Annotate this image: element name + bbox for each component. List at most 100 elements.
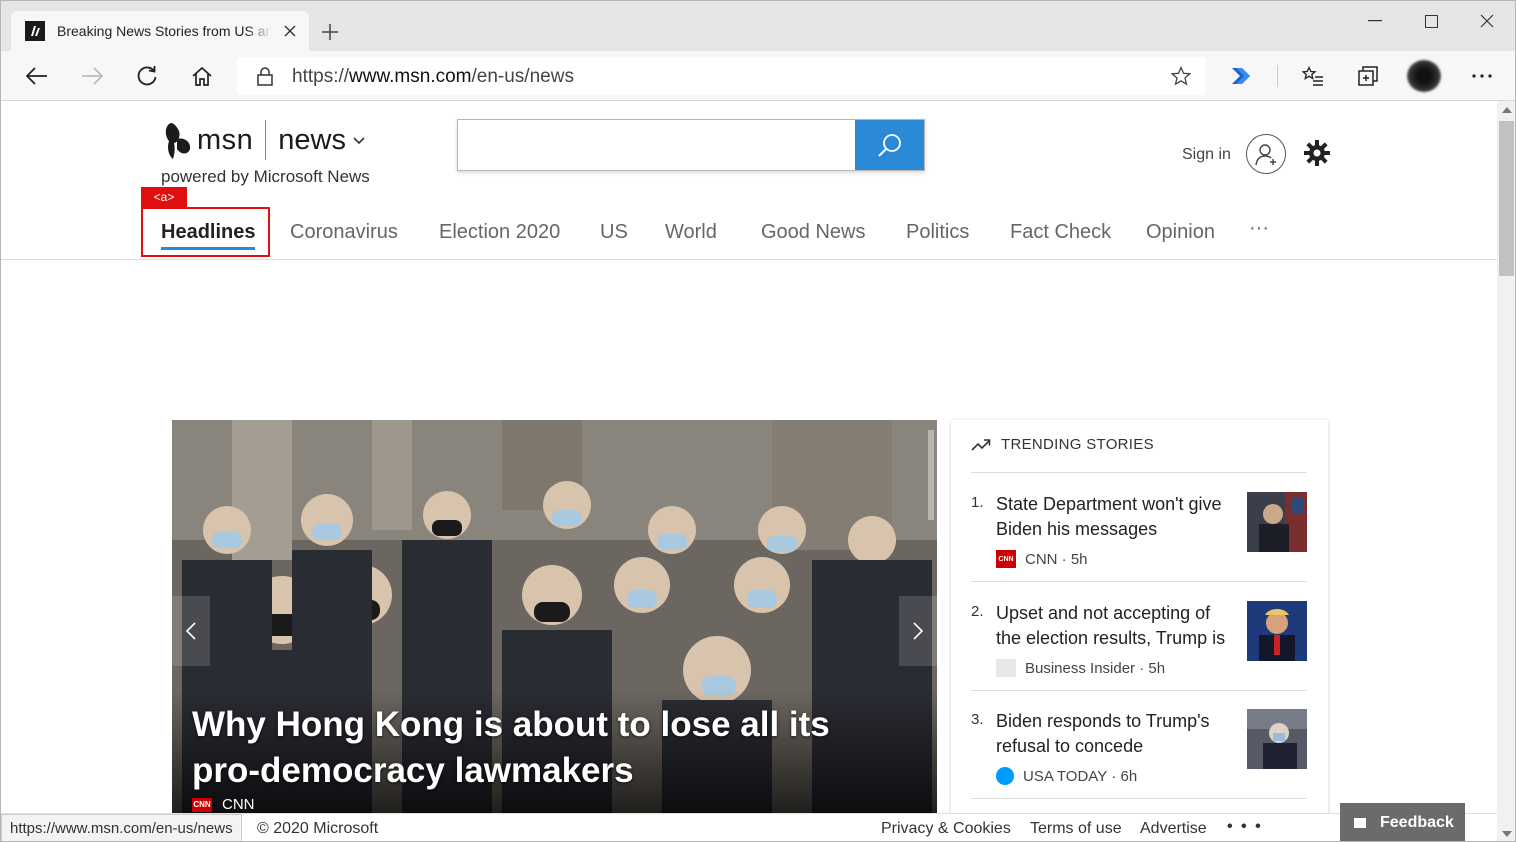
footer-bar: https://www.msn.com/en-us/news © 2020 Mi… <box>1 813 1497 841</box>
favorite-star-icon[interactable] <box>1170 65 1192 86</box>
story-source: USA TODAY · 6h <box>996 767 1137 785</box>
browser-window: Breaking News Stories from US and Around… <box>0 0 1516 842</box>
trending-stories-panel: TRENDING STORIES 1. State Department won… <box>951 420 1328 813</box>
nav-us[interactable]: US <box>600 221 628 244</box>
cnn-logo-icon: CNN <box>192 797 212 812</box>
story-separator: · <box>1107 767 1121 785</box>
forward-icon[interactable] <box>77 61 107 91</box>
trending-arrow-icon <box>971 438 991 451</box>
story-time: 5h <box>1070 550 1088 568</box>
search-icon <box>877 134 901 157</box>
page-scrollbar[interactable] <box>1497 101 1515 841</box>
story-time: 5h <box>1148 659 1166 677</box>
story-number: 2. <box>971 603 984 620</box>
business-insider-logo-icon <box>996 659 1016 677</box>
story-number: 1. <box>971 494 984 511</box>
close-window-icon[interactable] <box>1459 9 1515 33</box>
msn-news-logo[interactable]: msn news <box>161 119 366 161</box>
maximize-icon[interactable] <box>1403 9 1459 33</box>
url-prefix: https:// <box>292 66 350 87</box>
status-url: https://www.msn.com/en-us/news <box>1 814 242 841</box>
cnn-logo-icon: CNN <box>996 550 1016 568</box>
hero-source: CNN CNN <box>192 796 255 813</box>
usa-today-logo-icon <box>996 767 1014 785</box>
address-bar[interactable]: https://www.msn.com/en-us/news <box>237 57 1205 95</box>
trending-story-3[interactable]: 3. Biden responds to Trump's refusal to … <box>971 709 1307 799</box>
scroll-up-icon[interactable] <box>1502 107 1512 113</box>
story-thumbnail[interactable] <box>1247 492 1307 552</box>
divider <box>971 472 1307 473</box>
nav-good-news[interactable]: Good News <box>761 221 866 244</box>
copyright-text: © 2020 Microsoft <box>257 820 379 837</box>
story-source-name: Business Insider <box>1025 659 1136 677</box>
nav-politics[interactable]: Politics <box>906 221 969 244</box>
nav-opinion[interactable]: Opinion <box>1146 221 1215 244</box>
msn-brand: msn <box>197 123 254 156</box>
url-text[interactable]: https://www.msn.com/en-us/news <box>292 66 574 88</box>
story-separator: · <box>1135 659 1149 677</box>
terms-of-use-link[interactable]: Terms of use <box>1030 820 1122 838</box>
settings-gear-icon[interactable] <box>1303 139 1331 167</box>
nav-coronavirus[interactable]: Coronavirus <box>290 221 398 244</box>
sign-in-link[interactable]: Sign in <box>1182 146 1231 164</box>
nav-election-2020[interactable]: Election 2020 <box>439 221 560 244</box>
toolbar-divider <box>1277 65 1278 87</box>
story-source: CNN CNN · 5h <box>996 550 1088 568</box>
nav-fact-check[interactable]: Fact Check <box>1010 221 1111 244</box>
search-input[interactable] <box>458 120 854 170</box>
trending-heading-label: TRENDING STORIES <box>1001 436 1154 453</box>
photo-credit <box>928 430 934 520</box>
feedback-icon <box>1354 818 1366 828</box>
footer-more-icon[interactable]: • • • <box>1227 818 1263 836</box>
browser-tab[interactable]: Breaking News Stories from US and Around… <box>11 11 309 51</box>
favorites-list-icon[interactable] <box>1298 61 1328 91</box>
new-tab-icon[interactable] <box>319 21 341 43</box>
carousel-prev-icon[interactable] <box>172 596 210 666</box>
nav-world[interactable]: World <box>665 221 717 244</box>
close-tab-icon[interactable] <box>281 22 299 40</box>
divider <box>971 690 1307 691</box>
minimize-icon[interactable] <box>1347 9 1403 33</box>
privacy-cookies-link[interactable]: Privacy & Cookies <box>881 820 1011 838</box>
feedback-button[interactable]: Feedback <box>1340 803 1465 841</box>
tab-title: Breaking News Stories from US and Around… <box>57 23 272 39</box>
trending-story-2[interactable]: 2. Upset and not accepting of the electi… <box>971 601 1307 691</box>
scroll-down-icon[interactable] <box>1502 831 1512 837</box>
story-source-name: CNN <box>1025 550 1058 568</box>
tab-strip: Breaking News Stories from US and Around… <box>1 1 1515 51</box>
search-button[interactable] <box>855 120 924 170</box>
lock-icon[interactable] <box>255 66 275 86</box>
msn-butterfly-icon <box>165 123 191 159</box>
scrollbar-thumb[interactable] <box>1499 121 1514 276</box>
collections-icon[interactable] <box>1353 61 1383 91</box>
trending-story-1[interactable]: 1. State Department won't give Biden his… <box>971 492 1307 582</box>
more-menu-icon[interactable] <box>1467 61 1497 91</box>
back-icon[interactable] <box>22 61 52 91</box>
url-path: /en-us/news <box>471 66 574 87</box>
chevron-down-icon[interactable] <box>352 133 366 147</box>
browser-toolbar: https://www.msn.com/en-us/news <box>1 51 1515 101</box>
home-icon[interactable] <box>187 61 217 91</box>
story-thumbnail[interactable] <box>1247 601 1307 661</box>
advertise-link[interactable]: Advertise <box>1140 820 1207 838</box>
story-title[interactable]: Biden responds to Trump's refusal to con… <box>996 709 1231 759</box>
story-title[interactable]: State Department won't give Biden his me… <box>996 492 1231 542</box>
url-host: www.msn.com <box>349 66 472 87</box>
divider <box>971 798 1307 799</box>
story-thumbnail[interactable] <box>1247 709 1307 769</box>
story-time: 6h <box>1120 767 1138 785</box>
carousel-next-icon[interactable] <box>899 596 937 666</box>
story-source: Business Insider · 5h <box>996 659 1165 677</box>
highlight-box <box>141 207 270 257</box>
refresh-icon[interactable] <box>132 61 162 91</box>
user-account-icon[interactable] <box>1246 134 1286 174</box>
story-title[interactable]: Upset and not accepting of the election … <box>996 601 1231 651</box>
extension-arrow-icon[interactable] <box>1226 61 1256 91</box>
page-content: msn news powered by Microsoft News Sign … <box>1 101 1497 813</box>
hero-headline[interactable]: Why Hong Kong is about to lose all its p… <box>192 702 902 794</box>
divider <box>971 581 1307 582</box>
nav-more-icon[interactable]: ··· <box>1249 217 1269 240</box>
logo-divider <box>265 120 267 160</box>
hero-story[interactable]: Why Hong Kong is about to lose all its p… <box>172 420 937 813</box>
profile-avatar[interactable] <box>1407 60 1441 92</box>
